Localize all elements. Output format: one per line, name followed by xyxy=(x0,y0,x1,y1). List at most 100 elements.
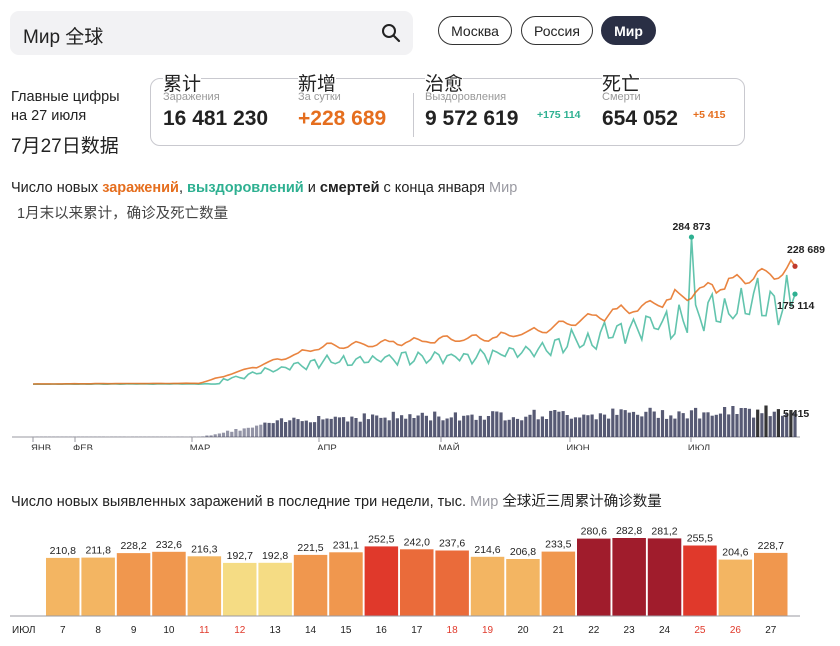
deaths-bar xyxy=(458,420,462,437)
day-label: 8 xyxy=(95,625,101,636)
stat-recoveries-delta: +175 114 xyxy=(537,109,581,121)
tab-moscow[interactable]: Москва xyxy=(438,16,512,45)
deaths-bar xyxy=(698,418,702,437)
infections-line xyxy=(32,258,796,385)
stat-deaths-value: 654 052 xyxy=(602,107,678,130)
deaths-bar xyxy=(644,411,648,437)
recoveries-line xyxy=(32,237,796,386)
deaths-bar xyxy=(350,416,354,437)
search-icon[interactable] xyxy=(381,23,401,43)
deaths-bar xyxy=(694,407,698,437)
bar xyxy=(470,556,505,616)
deaths-bar xyxy=(362,413,366,437)
day-label: 21 xyxy=(553,625,565,636)
deaths-bar xyxy=(549,410,553,437)
tab-world[interactable]: Мир xyxy=(601,16,656,45)
stat-divider xyxy=(413,93,414,137)
bar-value-label: 232,6 xyxy=(156,539,182,551)
deaths-bar xyxy=(441,420,445,437)
deaths-bar xyxy=(238,430,242,437)
deaths-bar xyxy=(727,414,731,437)
trend-title-part: , xyxy=(178,180,188,196)
trend-title-deaths: смертей xyxy=(319,180,380,196)
bar-chart: 210,8 7 211,8 8 228,2 9 232,6 10 216,3 11 192,7 12 1… xyxy=(10,525,800,636)
deaths-bar xyxy=(308,422,313,437)
day-label: 12 xyxy=(234,625,246,636)
summary-title: Главные цифры на 27 июля xyxy=(11,88,120,126)
deaths-bar xyxy=(263,422,267,437)
deaths-bar xyxy=(346,421,350,437)
deaths-bar xyxy=(735,414,739,437)
bar-value-label: 214,6 xyxy=(474,544,500,556)
deaths-bar xyxy=(424,415,428,437)
deaths-bar xyxy=(499,412,503,437)
summary-title-line1: Главные цифры xyxy=(11,89,120,105)
deaths-bar xyxy=(619,409,623,437)
bar xyxy=(718,559,753,616)
deaths-bar xyxy=(677,411,681,437)
search-bar[interactable]: Мир 全球 xyxy=(10,11,413,55)
deaths-bar xyxy=(408,414,412,437)
deaths-bar xyxy=(226,430,230,437)
tab-russia[interactable]: Россия xyxy=(521,16,593,45)
deaths-bar xyxy=(395,418,399,437)
deaths-bar xyxy=(511,417,515,437)
stat-daily-label: За сутки xyxy=(298,91,341,103)
deaths-bar xyxy=(561,411,565,437)
deaths-bar xyxy=(590,414,594,437)
deaths-bar xyxy=(470,414,474,437)
deaths-bar xyxy=(404,418,408,437)
bar-value-label: 282,8 xyxy=(616,525,642,537)
bar xyxy=(223,562,257,616)
deaths-bar xyxy=(292,417,296,437)
bar-value-label: 192,8 xyxy=(262,550,288,562)
summary-title-line2: на 27 июля xyxy=(11,108,87,124)
month-label: ЯНВ xyxy=(31,443,51,450)
bar-value-label: 252,5 xyxy=(368,533,394,545)
deaths-bar xyxy=(279,418,284,437)
deaths-bar xyxy=(300,421,304,437)
deaths-bar xyxy=(201,436,205,437)
day-label: 14 xyxy=(305,625,317,636)
deaths-bar xyxy=(234,429,238,437)
deaths-bar xyxy=(221,432,226,437)
deaths-bar xyxy=(209,435,213,437)
deaths-bar xyxy=(383,417,387,437)
deaths-bar xyxy=(540,416,544,437)
deaths-bar xyxy=(462,415,466,437)
day-label: 26 xyxy=(730,625,742,636)
bar-title-ru: Число новых выявленных заражений в после… xyxy=(11,494,466,510)
bar-value-label: 228,7 xyxy=(758,540,784,552)
bar xyxy=(364,546,399,616)
deaths-bar xyxy=(743,408,747,437)
bar-value-label: 281,2 xyxy=(651,525,677,537)
deaths-bar xyxy=(337,417,342,437)
deaths-bar xyxy=(573,417,578,437)
deaths-bar xyxy=(259,424,263,437)
deaths-bar xyxy=(627,412,631,437)
deaths-bar xyxy=(437,416,441,437)
deaths-bar xyxy=(768,416,772,437)
last-deaths-label: 5 415 xyxy=(783,408,809,420)
deaths-bar xyxy=(747,408,751,437)
deaths-bar xyxy=(723,407,727,437)
deaths-bar xyxy=(213,434,217,437)
deaths-bar xyxy=(342,417,346,437)
deaths-bar xyxy=(685,418,689,437)
day-label: 9 xyxy=(131,625,137,636)
last-recoveries-label: 175 114 xyxy=(777,300,815,312)
stat-recoveries-label: Выздоровления xyxy=(425,91,507,103)
trend-title-recoveries: выздоровлений xyxy=(187,180,304,196)
deaths-bar xyxy=(528,414,532,437)
deaths-bar xyxy=(466,415,470,437)
deaths-bar xyxy=(656,417,660,437)
day-label: 22 xyxy=(588,625,600,636)
day-label: 13 xyxy=(270,625,282,636)
deaths-bar xyxy=(702,412,706,437)
deaths-bar xyxy=(536,419,540,437)
day-label: 7 xyxy=(60,625,66,636)
day-label: 27 xyxy=(765,625,777,636)
search-input[interactable]: Мир 全球 xyxy=(23,22,103,49)
deaths-bar xyxy=(557,411,561,437)
deaths-bar xyxy=(669,415,673,437)
